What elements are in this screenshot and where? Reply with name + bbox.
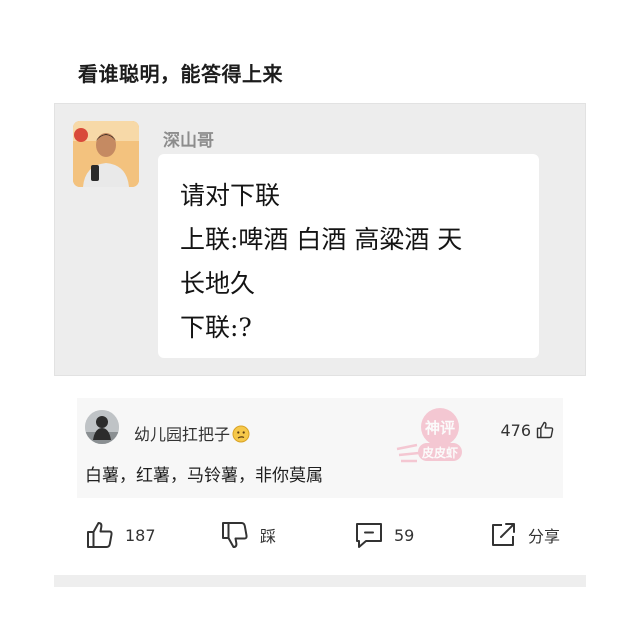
chat-screenshot: 深山哥 请对下联 上联:啤酒 白酒 高粱酒 天 长地久 下联:? [54,103,586,376]
comment-count: 59 [394,525,415,545]
user-avatar-icon [85,410,119,444]
message-line: 下联:? [180,313,252,342]
like-count: 187 [125,525,156,545]
next-post-edge [54,575,586,587]
watermark-top-text: 神评 [425,419,455,437]
share-button[interactable]: 分享 [488,520,560,550]
like-button[interactable]: 187 [85,520,156,550]
share-icon [492,523,515,546]
comment-text: 白薯，红薯，马铃薯，非你莫属 [85,466,323,486]
message-line: 上联:啤酒 白酒 高粱酒 天 [180,225,463,254]
top-comment[interactable]: 幼儿园扛把子 神评 皮皮虾 476 白薯，红薯，马铃薯，非你莫属 [77,398,563,498]
post-title: 看谁聪明，能答得上来 [78,62,283,86]
share-label: 分享 [528,527,561,546]
comment-like-count: 476 [500,420,531,440]
dislike-label: 踩 [260,527,277,546]
man-avatar-icon [73,121,139,187]
commenter-avatar[interactable] [85,410,119,444]
commenter-name[interactable]: 幼儿园扛把子 [134,421,250,445]
dislike-button[interactable]: 踩 [220,520,276,550]
thumbs-down-icon [222,522,248,548]
post-action-bar: 187 踩 59 分享 [0,520,640,560]
confused-face-emoji-icon [232,425,250,443]
message-line: 请对下联 [180,181,281,210]
watermark-bottom-text: 皮皮虾 [421,445,458,460]
comment-like-button[interactable]: 476 [500,420,555,440]
thumbs-up-icon [536,421,554,439]
commenter-username: 幼儿园扛把子 [134,425,231,444]
message-line: 长地久 [180,269,256,298]
message-bubble: 请对下联 上联:啤酒 白酒 高粱酒 天 长地久 下联:? [158,154,539,358]
comment-icon [356,523,382,548]
thumbs-up-icon [87,522,113,548]
sender-avatar [73,121,139,187]
sender-name: 深山哥 [163,131,214,151]
watermark-stamp: 神评 皮皮虾 [396,408,462,463]
comment-button[interactable]: 59 [354,520,414,550]
